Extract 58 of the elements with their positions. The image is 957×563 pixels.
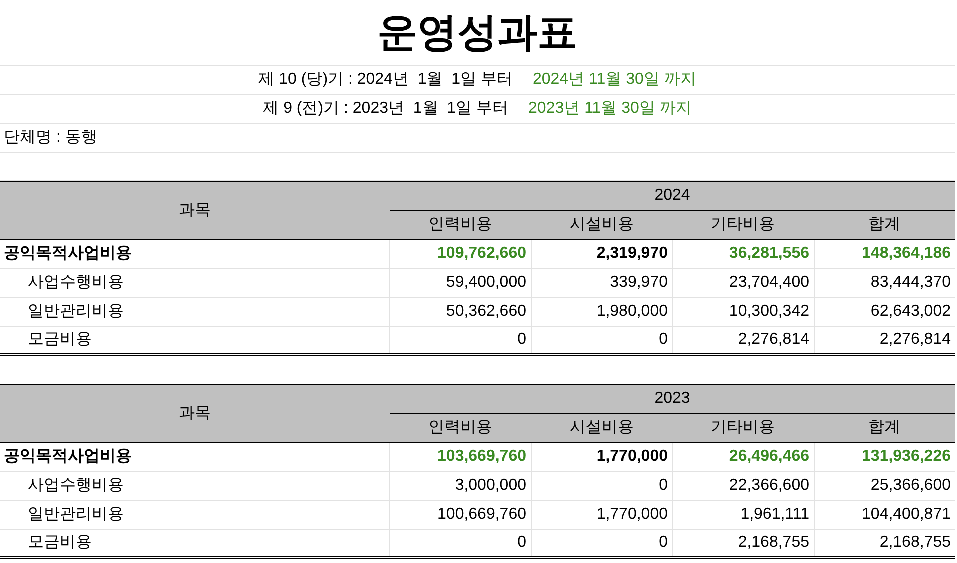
table-cell: 0 (390, 530, 532, 556)
period-start: 제 9 (전)기 : 2023년 1월 1일 부터 (263, 99, 509, 119)
table-cell: 0 (532, 530, 673, 556)
year-header: 2023 (390, 385, 955, 414)
column-header: 인력비용 (428, 418, 494, 438)
table-cell: 10,300,342 (673, 298, 814, 326)
table-cell: 1,770,000 (532, 443, 673, 471)
year-header: 2024 (390, 182, 955, 211)
row-label: 모금비용 (0, 327, 390, 353)
table-cell: 3,000,000 (390, 472, 532, 500)
table-cell: 1,961,111 (673, 501, 814, 529)
table-cell: 22,366,600 (673, 472, 814, 500)
column-header: 시설비용 (568, 418, 635, 438)
column-header: 과목 (178, 404, 212, 424)
table-cell: 2,319,970 (532, 240, 673, 268)
table-cell-text: 104,400,871 (861, 505, 952, 525)
column-header: 인력비용 (428, 214, 494, 235)
table-cell: 103,669,760 (390, 443, 532, 471)
table-cell: 50,362,660 (390, 298, 532, 326)
row-label: 사업수행비용 (0, 269, 390, 297)
report-title: 운영성과표 (378, 12, 578, 52)
table-cell: 0 (532, 327, 673, 353)
table-cell-text: 62,643,002 (870, 302, 952, 322)
table-cell-text: 83,444,370 (870, 273, 952, 293)
row-label: 일반관리비용 (0, 298, 390, 326)
column-header: 과목 (178, 200, 212, 220)
table-cell: 1,980,000 (532, 298, 673, 326)
table-cell-text: 2,168,755 (878, 533, 952, 553)
organization-name: 단체명 : 동행 (4, 128, 98, 148)
table-cell: 59,400,000 (390, 269, 532, 297)
period-start: 제 10 (당)기 : 2024년 1월 1일 부터 (258, 70, 513, 90)
table-cell: 2,168,755 (673, 530, 814, 556)
table-cell-text: 148,364,186 (861, 244, 952, 264)
row-label: 모금비용 (0, 530, 390, 556)
table-cell: 2,276,814 (673, 327, 814, 353)
total-label: 공익목적사업비용 (0, 443, 390, 471)
table-cell: 36,281,556 (673, 240, 814, 268)
column-header: 합계 (867, 214, 902, 235)
row-label: 일반관리비용 (0, 501, 390, 529)
total-label: 공익목적사업비용 (0, 240, 390, 268)
table-cell: 109,762,660 (390, 240, 532, 268)
period-end: 2024년 11월 30일 까지 (532, 70, 696, 90)
table-cell-text: 131,936,226 (861, 447, 952, 467)
table-cell: 23,704,400 (673, 269, 814, 297)
table-cell: 100,669,760 (390, 501, 532, 529)
column-header: 합계 (867, 418, 902, 438)
table-cell: 1,770,000 (532, 501, 673, 529)
column-header: 기타비용 (710, 418, 776, 438)
period-end: 2023년 11월 30일 까지 (528, 99, 692, 119)
table-cell: 339,970 (532, 269, 673, 297)
table-cell-text: 2,276,814 (878, 330, 952, 350)
table-cell: 0 (390, 327, 532, 353)
table-cell: 26,496,466 (673, 443, 814, 471)
column-header: 기타비용 (710, 214, 776, 235)
table-cell: 0 (532, 472, 673, 500)
row-label: 사업수행비용 (0, 472, 390, 500)
column-header: 시설비용 (568, 214, 635, 235)
table-cell-text: 25,366,600 (870, 476, 952, 496)
